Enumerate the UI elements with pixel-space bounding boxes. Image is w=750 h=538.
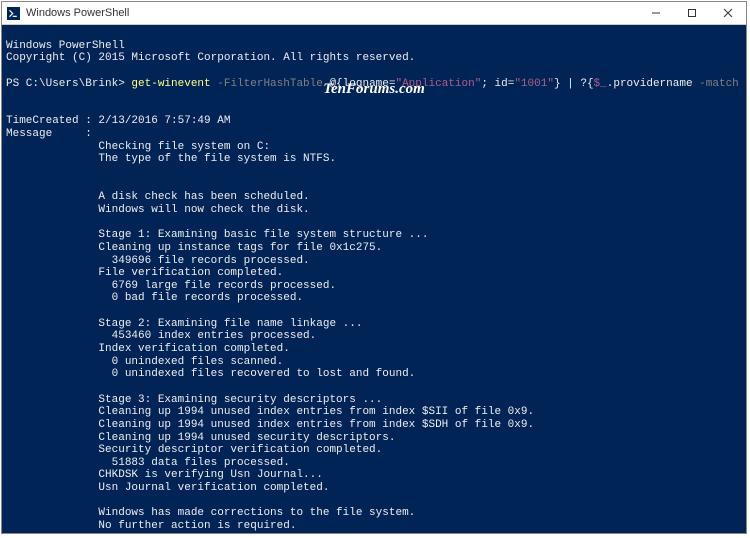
prompt-prefix: PS C:\Users\Brink>: [6, 78, 131, 90]
maximize-button[interactable]: [674, 2, 710, 24]
cmd-close: } | ?{: [554, 78, 594, 90]
ps-banner-line1: Windows PowerShell: [6, 40, 125, 52]
cmd-str1: "Application": [395, 78, 481, 90]
cmd-arg-open: @{logname=: [323, 78, 396, 90]
cmd-semi: ; id=: [481, 78, 514, 90]
message-body: Checking file system on C: The type of t…: [6, 141, 742, 533]
cmd-param1: -FilterHashTable: [211, 78, 323, 90]
window-title: Windows PowerShell: [24, 7, 638, 19]
titlebar[interactable]: Windows PowerShell: [2, 2, 746, 25]
cmd-num1: "1001": [514, 78, 554, 90]
terminal-output[interactable]: Windows PowerShell Copyright (C) 2015 Mi…: [2, 25, 746, 533]
meta-timecreated: TimeCreated : 2/13/2016 7:57:49 AM: [6, 115, 230, 127]
cmd-str2: "wininit": [745, 78, 746, 90]
cmd-var: $_: [594, 78, 607, 90]
powershell-window: Windows PowerShell Windows PowerShell Co…: [1, 1, 747, 534]
powershell-icon: [6, 6, 20, 20]
ps-banner-line2: Copyright (C) 2015 Microsoft Corporation…: [6, 52, 415, 64]
cmd-dot: .providername: [607, 78, 693, 90]
meta-message: Message :: [6, 128, 98, 140]
window-controls: [638, 2, 746, 24]
cmd-param2: -match: [693, 78, 739, 90]
cmd-name: get-winevent: [131, 78, 210, 90]
minimize-button[interactable]: [638, 2, 674, 24]
close-button[interactable]: [710, 2, 746, 24]
